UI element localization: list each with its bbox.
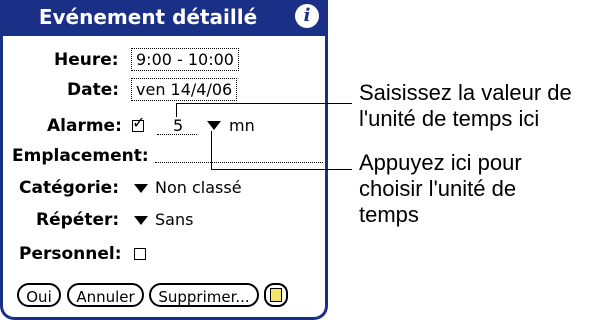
emplacement-label: Emplacement: — [12, 146, 149, 166]
date-label: Date: — [67, 80, 120, 100]
heure-label: Heure: — [54, 50, 119, 70]
alarme-unit-chevron-down-icon[interactable] — [207, 121, 221, 130]
oui-button[interactable]: Oui — [17, 283, 61, 307]
repeter-label: Répéter: — [36, 210, 120, 230]
callout-bottom-line-1: Appuyez ici pour — [359, 150, 522, 175]
callout-bottom-line-2: choisir l'unité de — [359, 176, 517, 201]
alarme-label: Alarme: — [47, 116, 122, 136]
event-details-dialog: Evénement détaillé i Heure: 9:00 - 10:00… — [0, 0, 328, 320]
repeter-value[interactable]: Sans — [155, 210, 193, 229]
emplacement-field[interactable] — [155, 162, 323, 163]
callout-top-line-2: l'unité de temps ici — [359, 106, 540, 131]
alarme-checkbox[interactable]: ✓ — [132, 113, 145, 132]
leader-top-vertical — [176, 103, 177, 117]
categorie-value[interactable]: Non classé — [155, 178, 242, 197]
callout-top: Saisissez la valeur de l'unité de temps … — [359, 80, 572, 132]
check-icon: ✓ — [132, 113, 146, 132]
alarme-value-field[interactable]: 5 — [173, 116, 183, 135]
annuler-button[interactable]: Annuler — [67, 283, 144, 307]
leader-top-horizontal — [176, 103, 352, 104]
callout-bottom: Appuyez ici pour choisir l'unité de temp… — [359, 150, 522, 228]
personnel-label: Personnel: — [19, 244, 122, 264]
callout-top-line-1: Saisissez la valeur de — [359, 80, 572, 105]
alarme-value-underline — [157, 134, 197, 135]
heure-field[interactable]: 9:00 - 10:00 — [131, 48, 239, 71]
supprimer-button[interactable]: Supprimer... — [149, 283, 259, 307]
categorie-chevron-down-icon[interactable] — [134, 184, 148, 193]
info-icon[interactable]: i — [295, 4, 319, 28]
date-field[interactable]: ven 14/4/06 — [131, 78, 238, 101]
title-bar: Evénement détaillé i — [3, 0, 325, 36]
leader-bottom-horizontal — [211, 169, 352, 170]
alarme-unit-value[interactable]: mn — [229, 116, 255, 135]
note-button[interactable] — [264, 283, 288, 307]
personnel-checkbox[interactable] — [134, 248, 146, 260]
leader-bottom-vertical — [211, 131, 212, 170]
callout-bottom-line-3: temps — [359, 202, 419, 227]
categorie-label: Catégorie: — [19, 178, 119, 198]
dialog-title: Evénement détaillé — [38, 5, 258, 29]
repeter-chevron-down-icon[interactable] — [134, 216, 148, 225]
note-icon — [270, 288, 282, 302]
